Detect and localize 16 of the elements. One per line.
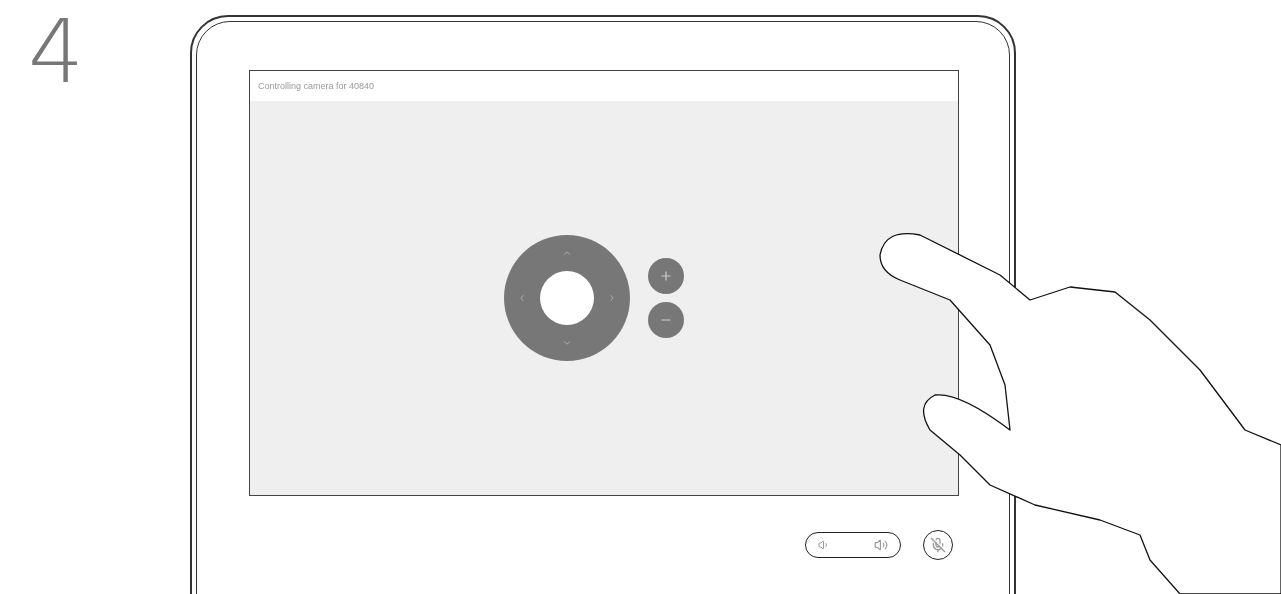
volume-down-button[interactable]: [818, 539, 830, 551]
step-number: 4: [28, 8, 85, 105]
plus-icon: [659, 269, 673, 283]
right-chevron-icon: [607, 293, 617, 303]
down-chevron-icon: [562, 338, 572, 348]
microphone-button[interactable]: [923, 530, 953, 560]
loud-speaker-icon: [874, 538, 888, 552]
screen-title: Controlling camera for 40840: [250, 71, 958, 101]
zoom-in-button[interactable]: [648, 258, 684, 294]
dpad-center-circle: [540, 271, 594, 325]
up-chevron-icon: [562, 248, 572, 258]
zoom-out-button[interactable]: [648, 302, 684, 338]
muted-microphone-icon: [930, 537, 946, 553]
speaker-icon: [818, 539, 830, 551]
volume-up-button[interactable]: [874, 538, 888, 552]
left-chevron-icon: [517, 293, 527, 303]
